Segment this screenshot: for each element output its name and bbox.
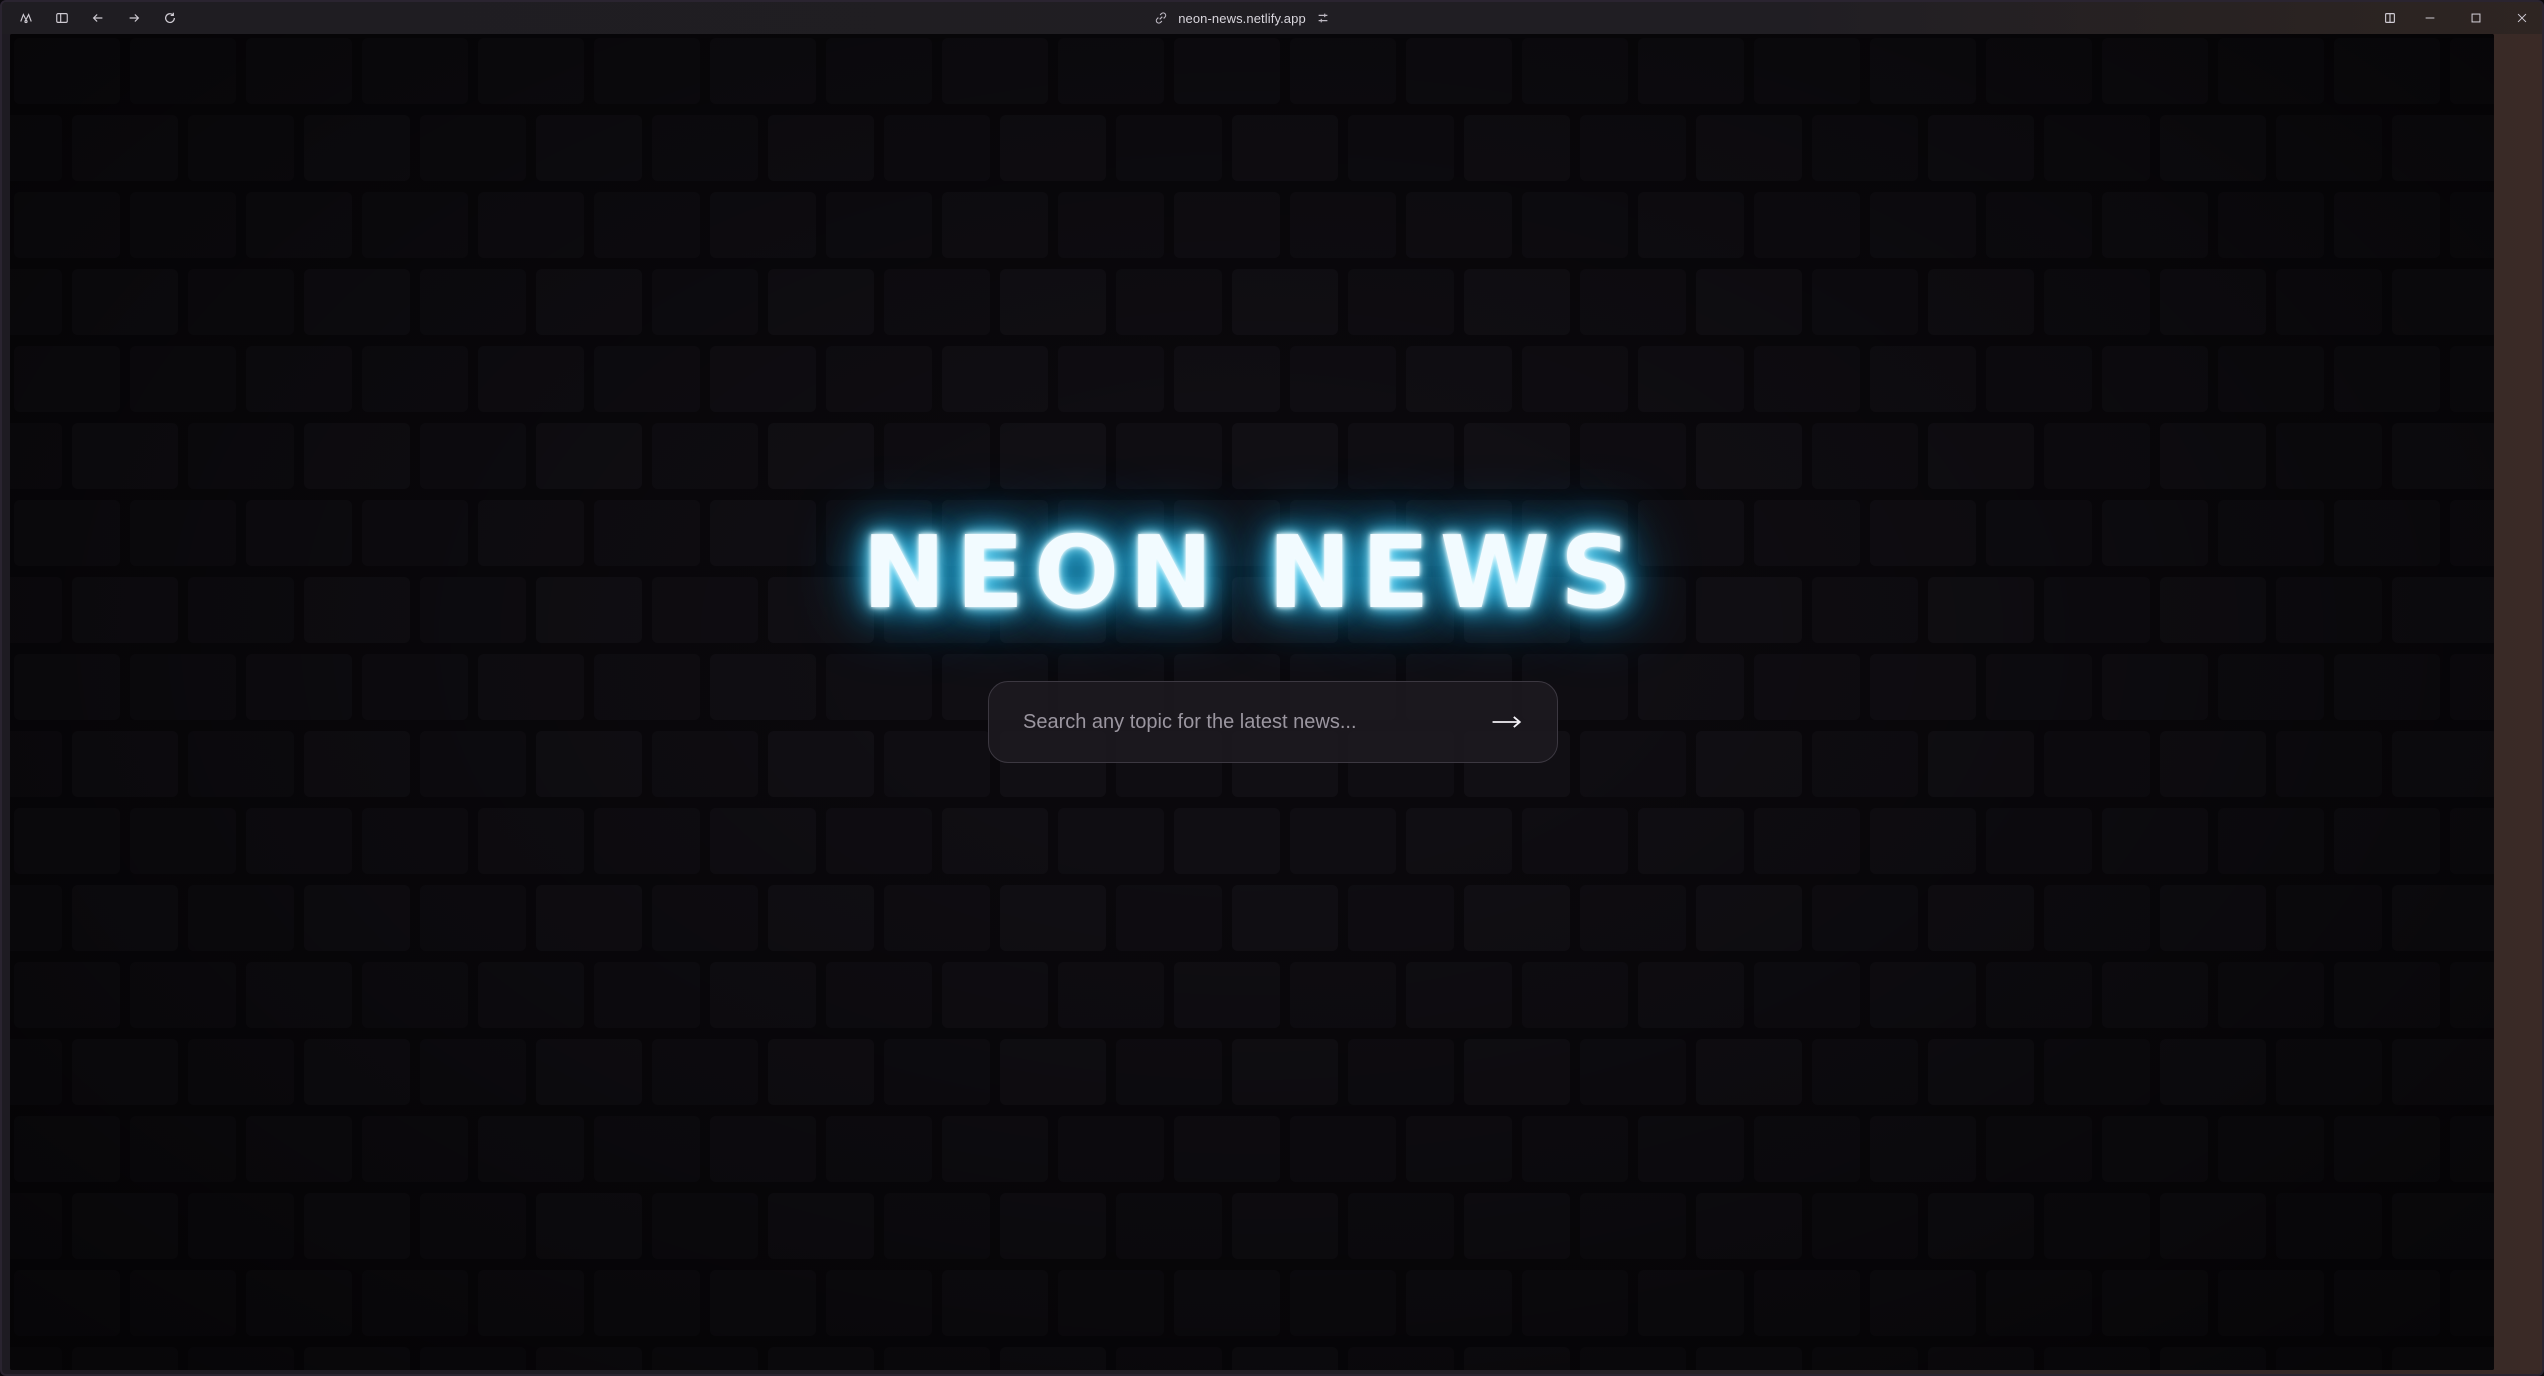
page-title: NEON NEWS (862, 514, 1642, 631)
close-icon[interactable] (2510, 6, 2534, 30)
extensions-icon[interactable] (14, 6, 38, 30)
browser-titlebar: neon-news.netlify.app (2, 2, 2542, 34)
browser-window: neon-news.netlify.app NEON NEWS Search a… (0, 0, 2544, 1376)
tune-icon[interactable] (1316, 11, 1330, 25)
split-view-icon[interactable] (2378, 6, 2402, 30)
page-content: NEON NEWS (10, 34, 2494, 1370)
back-arrow-icon[interactable] (86, 6, 110, 30)
search-input[interactable] (1021, 709, 1487, 735)
minimize-icon[interactable] (2418, 6, 2442, 30)
search-bar[interactable] (988, 681, 1558, 763)
sidebar-toggle-icon[interactable] (50, 6, 74, 30)
url-text[interactable]: neon-news.netlify.app (1178, 11, 1306, 26)
reload-icon[interactable] (158, 6, 182, 30)
address-bar[interactable]: neon-news.netlify.app (1142, 6, 1342, 30)
maximize-icon[interactable] (2464, 6, 2488, 30)
search-submit-button[interactable] (1487, 702, 1527, 742)
link-icon (1154, 11, 1168, 25)
arrow-right-icon (1492, 716, 1522, 728)
forward-arrow-icon[interactable] (122, 6, 146, 30)
